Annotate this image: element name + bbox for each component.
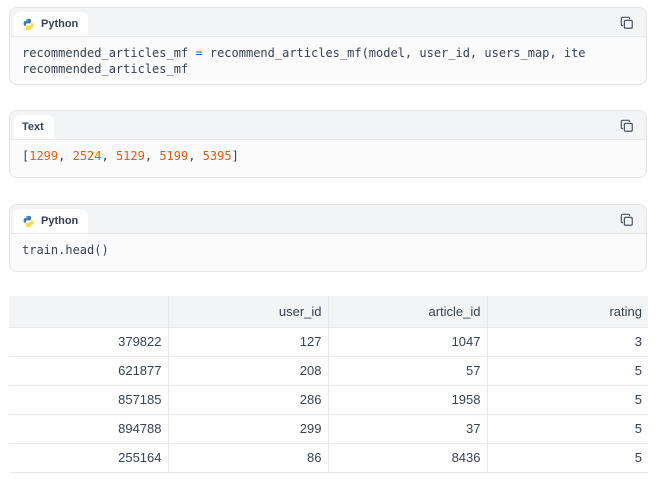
row-index: 379822 [9, 327, 169, 357]
table-row: 255164 86 8436 5 [9, 443, 648, 473]
cell-user-id: 286 [168, 385, 329, 415]
cell-rating: 5 [487, 356, 648, 386]
python-icon [23, 18, 34, 30]
language-tab: Text [14, 115, 54, 139]
code-line: train.head() [22, 243, 109, 257]
column-header-user-id: user_id [168, 296, 329, 328]
language-label: Python [41, 215, 79, 227]
row-index: 857185 [9, 385, 169, 415]
table-header-row: user_id article_id rating [9, 296, 648, 328]
language-tab: Python [14, 12, 89, 36]
column-header-index [9, 296, 169, 328]
code-line: recommended_articles_mf = recommend_arti… [22, 46, 586, 60]
copy-icon[interactable] [620, 119, 634, 133]
language-tab: Python [14, 209, 89, 233]
code-cell-header: Python [10, 8, 646, 37]
cell-article-id: 37 [328, 414, 488, 444]
code-content: recommended_articles_mf = recommend_arti… [10, 37, 646, 84]
dataframe-table: user_id article_id rating 379822 127 104… [9, 296, 648, 473]
table-row: 894788 299 37 5 [9, 414, 648, 444]
cell-rating: 3 [487, 327, 648, 357]
table-row: 379822 127 1047 3 [9, 327, 648, 357]
table-row: 857185 286 1958 5 [9, 385, 648, 415]
copy-icon[interactable] [620, 213, 634, 227]
column-header-article-id: article_id [328, 296, 488, 328]
cell-rating: 5 [487, 414, 648, 444]
language-label: Python [41, 18, 79, 30]
row-index: 894788 [9, 414, 169, 444]
table-row: 621877 208 57 5 [9, 356, 648, 386]
cell-rating: 5 [487, 443, 648, 473]
code-content: [1299, 2524, 5129, 5199, 5395] [10, 140, 646, 172]
cell-user-id: 86 [168, 443, 329, 473]
row-index: 255164 [9, 443, 169, 473]
cell-rating: 5 [487, 385, 648, 415]
cell-article-id: 57 [328, 356, 488, 386]
cell-user-id: 299 [168, 414, 329, 444]
cell-article-id: 8436 [328, 443, 488, 473]
code-cell-header: Text [10, 111, 646, 140]
copy-icon[interactable] [620, 16, 634, 30]
code-cell-1: Python recommended_articles_mf = recomme… [9, 7, 647, 85]
python-icon [23, 215, 34, 227]
cell-article-id: 1047 [328, 327, 488, 357]
cell-user-id: 127 [168, 327, 329, 357]
code-content: train.head() [10, 234, 646, 266]
column-header-rating: rating [487, 296, 648, 328]
language-label: Text [22, 121, 44, 133]
row-index: 621877 [9, 356, 169, 386]
cell-user-id: 208 [168, 356, 329, 386]
code-line: [1299, 2524, 5129, 5199, 5395] [22, 149, 239, 163]
output-cell: Text [1299, 2524, 5129, 5199, 5395] [9, 110, 647, 178]
code-line: recommended_articles_mf [22, 62, 189, 76]
cell-article-id: 1958 [328, 385, 488, 415]
code-cell-header: Python [10, 205, 646, 234]
code-cell-2: Python train.head() [9, 204, 647, 272]
